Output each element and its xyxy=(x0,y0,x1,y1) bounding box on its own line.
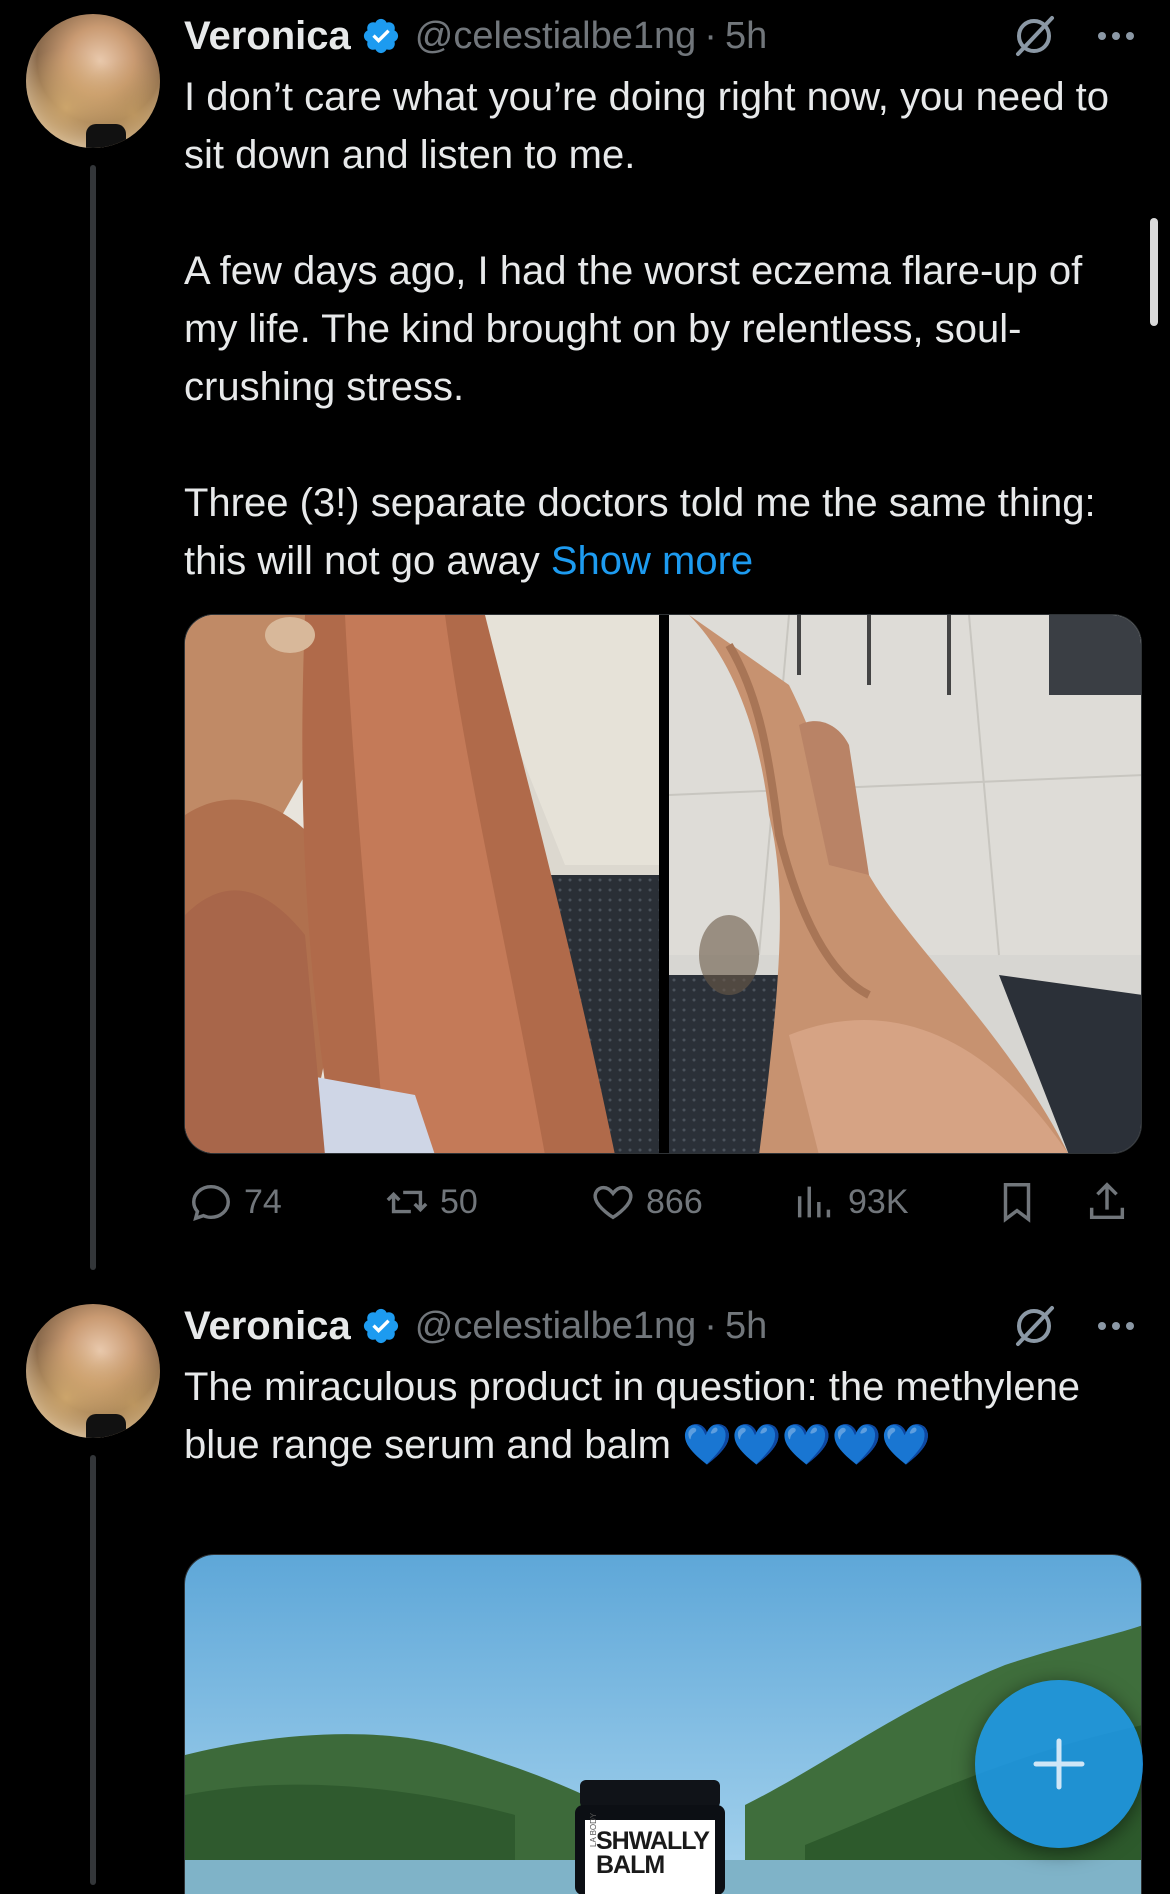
thread-line xyxy=(90,1455,96,1885)
separator-dot: · xyxy=(704,1304,717,1347)
views-count: 93K xyxy=(848,1182,909,1221)
bookmark-icon xyxy=(1003,1183,1031,1223)
timestamp[interactable]: 5h xyxy=(725,15,767,58)
share-icon xyxy=(1089,1182,1125,1220)
tweet-header: Veronica @celestialbe1ng · 5h xyxy=(184,1302,767,1350)
bookmark-button[interactable] xyxy=(994,1172,1040,1232)
timestamp[interactable]: 5h xyxy=(725,1305,767,1348)
show-more-link[interactable]: Show more xyxy=(551,539,753,583)
tweet-actions: 74 50 866 93K xyxy=(184,1172,1144,1232)
grok-icon[interactable] xyxy=(1010,12,1058,60)
blue-hearts: 💙💙💙💙💙 xyxy=(682,1423,932,1467)
reply-icon xyxy=(192,1184,230,1221)
photo-1-image xyxy=(185,615,659,1153)
compose-button[interactable] xyxy=(975,1680,1143,1848)
repost-icon xyxy=(386,1190,428,1214)
display-name[interactable]: Veronica xyxy=(184,14,351,59)
scrollbar[interactable] xyxy=(1150,218,1158,326)
verified-badge-icon xyxy=(363,18,398,54)
plus-icon xyxy=(1033,1738,1085,1790)
media-grid[interactable] xyxy=(184,614,1142,1154)
views-icon xyxy=(797,1186,831,1218)
like-count: 866 xyxy=(646,1182,703,1221)
handle[interactable]: @celestialbe1ng xyxy=(415,1305,697,1348)
tweet-header: Veronica @celestialbe1ng · 5h xyxy=(184,12,767,60)
tweet-body: The miraculous product in question: the … xyxy=(184,1365,1092,1467)
grok-icon[interactable] xyxy=(1010,1302,1058,1350)
media-divider xyxy=(659,615,669,1153)
heart-icon xyxy=(593,1185,633,1220)
display-name[interactable]: Veronica xyxy=(184,1304,351,1349)
product-side-label: LA BODY xyxy=(589,1812,598,1847)
reply-count: 74 xyxy=(244,1182,282,1221)
separator-dot: · xyxy=(704,14,717,57)
photo-2-image xyxy=(669,615,1141,1153)
tweet-text: I don’t care what you’re doing right now… xyxy=(184,68,1144,590)
repost-button[interactable]: 50 xyxy=(384,1172,478,1232)
product-label: SHWALLY BALM xyxy=(596,1827,716,1879)
share-button[interactable] xyxy=(1084,1172,1130,1232)
more-options-icon[interactable] xyxy=(1092,12,1140,60)
verified-badge-icon xyxy=(363,1308,398,1344)
thread-line xyxy=(90,165,96,1270)
product-label-line-1: SHWALLY xyxy=(596,1827,710,1855)
repost-count: 50 xyxy=(440,1182,478,1221)
product-label-line-2: BALM xyxy=(596,1851,665,1879)
like-button[interactable]: 866 xyxy=(590,1172,703,1232)
tweet-body: I don’t care what you’re doing right now… xyxy=(184,75,1110,583)
more-options-icon[interactable] xyxy=(1092,1302,1140,1350)
avatar[interactable] xyxy=(26,1304,160,1438)
photo-2[interactable] xyxy=(669,615,1141,1153)
tweet-text: The miraculous product in question: the … xyxy=(184,1358,1144,1474)
avatar[interactable] xyxy=(26,14,160,148)
reply-button[interactable]: 74 xyxy=(188,1172,282,1232)
views-button[interactable]: 93K xyxy=(792,1172,909,1232)
photo-1[interactable] xyxy=(185,615,659,1153)
handle[interactable]: @celestialbe1ng xyxy=(415,15,697,58)
